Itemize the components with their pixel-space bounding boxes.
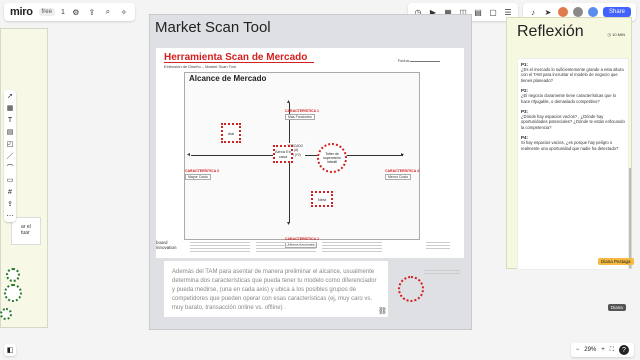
instruction-note[interactable]: Además del TAM para asentar de manera pr…	[164, 261, 388, 317]
question: P3: ¿Dónde hay espacios vacíos? , ¿Dónde…	[521, 109, 625, 130]
char-left: CARACTERÍSTICA 3 Mayor Costo	[185, 169, 219, 180]
miro-logo[interactable]: miro	[10, 6, 33, 18]
competitor-dial[interactable]: dial	[221, 123, 241, 143]
char-value[interactable]: Más Funciones	[285, 114, 315, 120]
board-innovation-logo: board innovation	[156, 240, 177, 250]
red-dotted-circle[interactable]	[398, 276, 424, 302]
sticky-note-icon[interactable]: ▤	[6, 128, 14, 136]
question-text: ¿Dónde hay espacios vacíos? , ¿Dónde hay…	[521, 114, 625, 130]
collaborator-cursor-tag: Diana Pestaga	[598, 258, 634, 265]
footer-note	[256, 242, 316, 254]
question: P1: ¿Es el mercado lo suficientemente gr…	[521, 62, 625, 83]
char-label: CARACTERÍSTICA 1	[285, 109, 319, 113]
arrow-up-icon: ▴	[287, 99, 291, 105]
settings-icon[interactable]: ⚙	[71, 7, 81, 17]
chat-icon[interactable]: ▢	[488, 7, 498, 17]
upload-icon[interactable]: ⇪	[87, 7, 97, 17]
avatar[interactable]	[557, 7, 568, 17]
char-label: CARACTERÍSTICA 3	[185, 169, 219, 173]
logo-line: innovation	[156, 245, 177, 250]
arrow-left-icon: ◂	[187, 152, 191, 158]
text-icon[interactable]: T	[6, 116, 14, 124]
market-map-title: Alcance de Mercado	[189, 74, 267, 83]
title-underline	[164, 62, 314, 63]
question-text: Si hay espacios vacíos, ¿es porque hay p…	[521, 140, 619, 151]
cursor-icon[interactable]: ➚	[6, 92, 14, 100]
doc-subtitle: Extensión de Diseño – Market Scan Tool	[164, 64, 236, 69]
zoom-level[interactable]: 29%	[584, 347, 596, 353]
pointer-icon[interactable]: ➤	[543, 7, 553, 17]
collaborator-cursor-tag: Diana	[608, 304, 626, 311]
doc-footer: board innovation	[156, 236, 464, 258]
question: P4: Si hay espacios vacíos, ¿es porque h…	[521, 135, 625, 151]
left-text-line: tuar	[21, 230, 30, 236]
left-frame-text: ar el tuar	[21, 224, 31, 236]
list-icon[interactable]: ☰	[503, 7, 513, 17]
frame-title[interactable]: Market Scan Tool	[155, 19, 271, 36]
scan-document[interactable]: Herramienta Scan de Mercado Extensión de…	[156, 48, 464, 258]
reflection-frame[interactable]: Reflexión ◷ 10 MIN P1: ¿Es el mercado lo…	[506, 17, 632, 270]
left-toolbar: ➚ ▦ T ▤ ◰ ／ ⌒ ▭ # ⇪ ⋯	[4, 90, 16, 222]
competitor-en-casa[interactable]: Alexa En casa	[273, 145, 293, 163]
arrow-down-icon: ▾	[287, 221, 291, 227]
bell-icon[interactable]: ♪	[528, 7, 538, 17]
panel-toggle-icon[interactable]: ◧	[4, 344, 16, 356]
reflection-sticky[interactable]: P1: ¿Es el mercado lo suficientemente gr…	[517, 58, 629, 270]
y-axis	[289, 103, 290, 223]
more-icon[interactable]: ⋯	[6, 212, 14, 220]
competitor-nest[interactable]: Nest	[311, 191, 333, 207]
avatar[interactable]	[587, 7, 598, 17]
footer-note	[190, 242, 250, 254]
fecha-label: Fecha:	[397, 58, 410, 63]
upload-icon[interactable]: ⇪	[6, 200, 14, 208]
zoom-out-icon[interactable]: −	[576, 347, 580, 353]
link-icon[interactable]: ⛓	[378, 307, 387, 315]
table-icon[interactable]: ▦	[6, 104, 14, 112]
help-icon[interactable]: ?	[619, 345, 629, 355]
char-value[interactable]: Mayor Costo	[185, 174, 211, 180]
competitor-totter[interactable]: Totter de supervisión infantil	[317, 143, 347, 173]
zoom-control: − 29% + ⛶ ?	[570, 343, 634, 357]
scrollbar[interactable]	[629, 168, 631, 268]
zoom-in-icon[interactable]: +	[601, 347, 605, 353]
green-circle[interactable]	[4, 284, 22, 302]
comment-icon[interactable]: ▤	[473, 7, 483, 17]
char-value[interactable]: Menor Costo	[385, 174, 412, 180]
comment-icon[interactable]: ▭	[6, 176, 14, 184]
fecha-line	[410, 61, 440, 62]
char-top: CARACTERÍSTICA 1 Más Funciones	[285, 109, 319, 120]
footer-note	[322, 242, 382, 254]
green-circle[interactable]	[0, 308, 12, 320]
board-count: 1	[60, 8, 65, 16]
connector-icon[interactable]: ⌒	[6, 164, 14, 172]
shape-icon[interactable]: ◰	[6, 140, 14, 148]
arrow-right-icon: ▸	[401, 152, 405, 158]
pen-icon[interactable]: ／	[6, 152, 14, 160]
search-icon[interactable]: ⌕	[103, 7, 113, 17]
mini-note	[424, 268, 460, 274]
char-right: CARACTERÍSTICA 4 Menor Costo	[385, 169, 419, 180]
mini-note-line	[424, 270, 460, 271]
mini-note-line	[424, 273, 460, 274]
share-button[interactable]: Share	[602, 7, 631, 17]
footer-note	[426, 242, 450, 250]
frame-icon[interactable]: #	[6, 188, 14, 196]
reflection-title: Reflexión	[517, 23, 584, 40]
reflection-timer: ◷ 10 MIN	[607, 32, 625, 37]
char-label: CARACTERÍSTICA 4	[385, 169, 419, 173]
fit-screen-icon[interactable]: ⛶	[610, 347, 614, 354]
avatar[interactable]	[572, 7, 583, 17]
question: P2: ¿El negocio claramente tiene caracte…	[521, 88, 625, 104]
market-map[interactable]: Alcance de Mercado ◂ ▸ ▴ ▾ CARACTERÍSTIC…	[184, 72, 420, 248]
green-circle[interactable]	[6, 268, 20, 282]
plan-badge[interactable]: free	[38, 8, 55, 16]
magic-icon[interactable]: ✧	[119, 7, 129, 17]
question-text: ¿Es el mercado lo suficientemente grande…	[521, 67, 624, 83]
question-text: ¿El negocio claramente tiene característ…	[521, 93, 616, 104]
top-left-bar: miro free 1 ⚙ ⇪ ⌕ ✧	[4, 3, 135, 21]
timer-label: 10 MIN	[612, 32, 625, 37]
